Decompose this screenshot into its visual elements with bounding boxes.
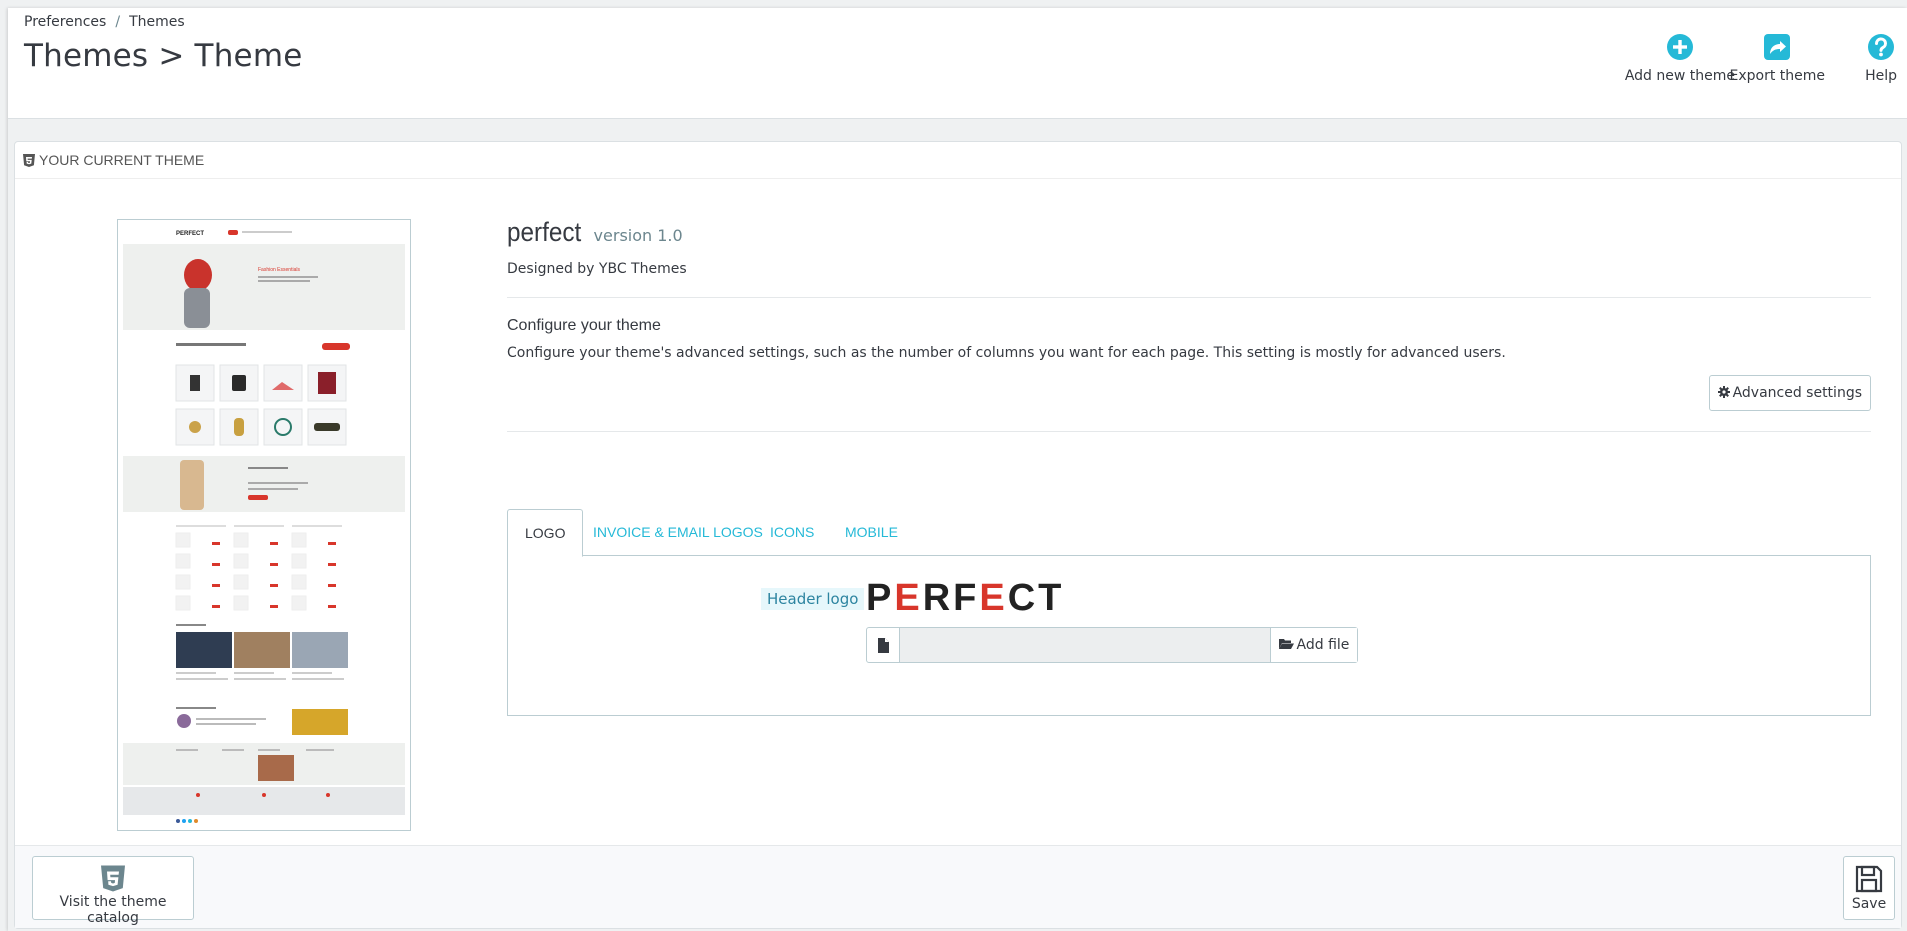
logo-letter: P (866, 577, 895, 619)
add-new-theme-label: Add new theme (1624, 68, 1735, 84)
floppy-disk-icon (1855, 865, 1883, 893)
add-new-theme-button[interactable]: Add new theme (1625, 32, 1735, 84)
theme-preview-image: PERFECT Fashion Essentials (117, 219, 411, 831)
visit-theme-catalog-button[interactable]: Visit the theme catalog (32, 856, 194, 926)
help-button[interactable]: Help (1865, 32, 1897, 84)
advanced-settings-button[interactable]: Advanced settings (1708, 375, 1871, 411)
add-file-button[interactable]: Add file (1270, 628, 1357, 662)
logo-letter: E (894, 577, 923, 619)
help-label: Help (1865, 68, 1897, 84)
page-title: Themes > Theme (24, 38, 303, 74)
page-header: Preferences / Themes Themes > Theme Add ne… (8, 8, 1907, 119)
logo-tabs: Logo Invoice & Email Logos Icons Mobile (507, 509, 1871, 557)
file-icon (867, 628, 900, 662)
html5-icon (23, 154, 35, 167)
theme-version: version 1.0 (593, 226, 683, 245)
plus-circle-icon (1666, 34, 1693, 60)
logo-tab-pane: Header logo PERFECT Add file (507, 555, 1871, 716)
export-theme-label: Export theme (1729, 68, 1825, 84)
visit-theme-catalog-label: Visit the theme catalog (59, 894, 167, 926)
configure-title: Configure your theme (507, 317, 661, 334)
panel-heading-text: Your current theme (39, 152, 205, 168)
current-theme-panel: Your current theme PERFECT Fashion Essen… (14, 141, 1902, 929)
theme-name: perfect (507, 217, 582, 247)
tab-icons[interactable]: Icons (753, 509, 831, 555)
theme-screenshot: PERFECT Fashion Essentials (118, 220, 410, 830)
configure-description: Configure your theme's advanced settings… (507, 345, 1506, 361)
tab-invoice-email-logos[interactable]: Invoice & Email Logos (576, 509, 780, 555)
theme-designer: Designed by YBC Themes (507, 261, 687, 277)
header-logo-label: Header logo (761, 588, 865, 610)
logo-letter: RF (922, 577, 980, 619)
tab-logo[interactable]: Logo (507, 509, 584, 557)
header-logo-image: PERFECT (866, 577, 1064, 620)
html5-icon (101, 865, 125, 892)
page: Preferences / Themes Themes > Theme Add ne… (8, 8, 1907, 931)
breadcrumb-separator: / (115, 14, 121, 30)
save-button[interactable]: Save (1843, 856, 1895, 920)
add-file-label: Add file (1296, 637, 1350, 653)
svg-text:PERFECT: PERFECT (176, 231, 204, 237)
folder-open-icon (1278, 639, 1294, 649)
export-theme-button[interactable]: Export theme (1729, 32, 1825, 84)
panel-heading: Your current theme (15, 142, 1901, 179)
share-icon (1764, 34, 1791, 60)
logo-letter: CT (1007, 577, 1065, 619)
gear-icon (1717, 386, 1730, 398)
question-circle-icon (1868, 34, 1895, 60)
logo-file-upload: Add file (866, 627, 1358, 663)
svg-text:Fashion Essentials: Fashion Essentials (258, 267, 300, 273)
breadcrumb-themes[interactable]: Themes (129, 14, 185, 30)
breadcrumb-preferences[interactable]: Preferences (24, 14, 106, 30)
divider (507, 431, 1871, 432)
advanced-settings-label: Advanced settings (1732, 385, 1862, 401)
divider (507, 297, 1871, 298)
save-label: Save (1851, 896, 1887, 912)
breadcrumb: Preferences / Themes (24, 14, 185, 30)
logo-file-field[interactable] (900, 628, 1270, 662)
logo-letter: E (979, 577, 1008, 619)
tab-mobile[interactable]: Mobile (828, 509, 915, 555)
panel-footer: Visit the theme catalog Save (15, 845, 1901, 928)
